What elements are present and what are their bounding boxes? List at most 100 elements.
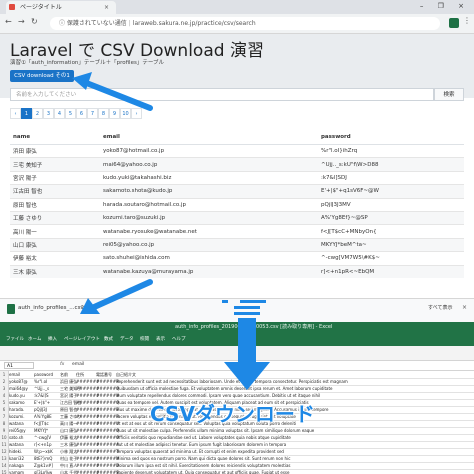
- sheet-cell[interactable]: 伊藤 裕太: [60, 434, 77, 441]
- row-number[interactable]: 9: [0, 427, 9, 434]
- row-number[interactable]: 8: [0, 420, 9, 427]
- sheet-cell[interactable]: harada.: [9, 406, 24, 413]
- sheet-cell[interactable]: MKYYJ*: [34, 427, 48, 434]
- sheet-cell[interactable]: 名前: [60, 371, 68, 378]
- ribbon-tab-view[interactable]: 表示: [156, 336, 165, 342]
- sheet-cell[interactable]: yoko87@: [9, 378, 28, 385]
- sheet-cell[interactable]: r]<+n1p: [34, 441, 52, 448]
- sheet-cell[interactable]: rei05@y: [9, 427, 26, 434]
- sheet-cell[interactable]: W;p~x$K: [34, 448, 53, 455]
- sheet-cell[interactable]: 小林 翔太: [60, 448, 77, 455]
- sheet-cell[interactable]: pQjlJ3J: [34, 406, 47, 413]
- sheet-cell[interactable]: q[3Lo%w: [34, 469, 52, 474]
- excel-extension-icon[interactable]: [449, 18, 459, 28]
- name-box[interactable]: A1: [4, 362, 34, 369]
- tab-close-icon[interactable]: ×: [104, 1, 109, 14]
- show-all-downloads-link[interactable]: すべて表示: [428, 304, 452, 311]
- sheet-cell[interactable]: sakamo: [9, 399, 25, 406]
- ribbon-tab-layout[interactable]: ページレイアウト: [64, 336, 100, 342]
- row-number[interactable]: 5: [0, 399, 9, 406]
- sheet-cell[interactable]: 村山 花子: [60, 455, 77, 462]
- sheet-cell[interactable]: sato.sh: [9, 434, 23, 441]
- sheet-cell[interactable]: 高川 陽一: [60, 420, 77, 427]
- row-number[interactable]: 11: [0, 441, 9, 448]
- formula-input[interactable]: email: [72, 362, 84, 367]
- chevron-up-icon[interactable]: ^: [80, 305, 85, 311]
- sheet-cell[interactable]: kudo.yu: [9, 392, 25, 399]
- ribbon-tab-formulas[interactable]: 数式: [104, 336, 113, 342]
- sheet-cell[interactable]: Sapiente deserunt voluptatem ut. Quia co…: [116, 469, 289, 474]
- name-search-input[interactable]: 名前を入力してください: [10, 88, 434, 101]
- sheet-cell[interactable]: Quas ut sit molestiae culpa. Perferendis…: [116, 427, 314, 434]
- sheet-cell[interactable]: f<J[T$c: [34, 420, 49, 427]
- sheet-cell[interactable]: Reprehenderit sunt est ad necessitatibus…: [116, 378, 348, 385]
- row-number[interactable]: 15: [0, 469, 9, 474]
- url-field[interactable]: ⓘ 保護されていない通信 | laraweb.sakura.ne.jp/practi…: [50, 17, 440, 30]
- reload-icon[interactable]: ↻: [31, 17, 38, 26]
- row-number[interactable]: 7: [0, 413, 9, 420]
- row-number[interactable]: 3: [0, 385, 9, 392]
- sheet-cell[interactable]: 浜田 康弘: [60, 378, 77, 385]
- pager-next[interactable]: ›: [131, 108, 142, 119]
- sheet-cell[interactable]: Minima sed quos ea nostrum porro. Nam qu…: [116, 455, 290, 462]
- sheet-cell[interactable]: watana: [9, 420, 24, 427]
- sheet-cell[interactable]: 電話番号: [96, 371, 112, 378]
- sheet-cell[interactable]: ^Ujj.._s: [34, 385, 49, 392]
- sheet-cell[interactable]: watana: [9, 441, 24, 448]
- shelf-close-icon[interactable]: ×: [462, 304, 467, 311]
- sheet-cell[interactable]: Aut ut et molestiae adipisci tenetur. Eu…: [116, 441, 286, 448]
- sheet-cell[interactable]: 自己紹介文: [116, 371, 136, 378]
- row-number[interactable]: 10: [0, 434, 9, 441]
- sheet-cell[interactable]: 中川 直人: [60, 462, 77, 469]
- ribbon-tab-insert[interactable]: 挿入: [48, 336, 57, 342]
- pager-prev[interactable]: ‹: [10, 108, 21, 119]
- sheet-cell[interactable]: kozumi.: [9, 413, 25, 420]
- sheet-cell[interactable]: ^-cwg[V: [34, 434, 51, 441]
- window-controls[interactable]: – ❐ ×: [420, 0, 470, 13]
- sheet-cell[interactable]: mai64@y: [9, 385, 28, 392]
- sheet-cell[interactable]: Dolorum illum ipsa est sit nihil. Exerci…: [116, 462, 291, 469]
- pager-page-4[interactable]: 4: [54, 108, 65, 119]
- row-number[interactable]: 14: [0, 462, 9, 469]
- pager-page-1[interactable]: 1: [21, 108, 32, 119]
- sheet-cell[interactable]: Z@k1v#]: [34, 462, 53, 469]
- downloaded-file[interactable]: auth_info_profiles_...csv: [18, 305, 84, 311]
- sheet-cell[interactable]: Quibusdam ut officia molestiae fuga. Et …: [116, 385, 333, 392]
- sheet-cell[interactable]: Officiis veritatis quo repudiandae sed u…: [116, 434, 291, 441]
- sheet-cell[interactable]: E'+|$"+: [34, 399, 50, 406]
- pager-page-6[interactable]: 6: [76, 108, 87, 119]
- row-number[interactable]: 2: [0, 378, 9, 385]
- row-number[interactable]: 12: [0, 448, 9, 455]
- sheet-cell[interactable]: hideki.: [9, 448, 22, 455]
- sheet-cell[interactable]: 三木 康弘: [60, 441, 77, 448]
- sheet-row[interactable]: 15 yamam q[3Lo%w 山本 千代 ####### ####### Sapient…: [0, 469, 474, 474]
- sheet-cell[interactable]: email: [9, 371, 20, 378]
- csv-download-button[interactable]: CSV download その1: [10, 70, 74, 82]
- forward-icon[interactable]: →: [18, 17, 25, 26]
- sheet-cell[interactable]: :k7&l]S: [34, 392, 49, 399]
- sheet-cell[interactable]: 住所: [76, 371, 84, 378]
- ribbon-tab-home[interactable]: ホーム: [28, 336, 41, 342]
- pager-page-2[interactable]: 2: [32, 108, 43, 119]
- pager-page-5[interactable]: 5: [65, 108, 76, 119]
- sheet-cell[interactable]: nakaga: [9, 462, 24, 469]
- pager-page-7[interactable]: 7: [87, 108, 98, 119]
- back-icon[interactable]: ←: [5, 17, 12, 26]
- sheet-cell[interactable]: 原田 智也: [60, 406, 77, 413]
- sheet-cell[interactable]: kaori32: [9, 455, 24, 462]
- pager-page-10[interactable]: 10: [120, 108, 131, 119]
- row-number[interactable]: 4: [0, 392, 9, 399]
- ribbon-tab-help[interactable]: ヘルプ: [172, 336, 186, 342]
- sheet-cell[interactable]: 山本 千代: [60, 469, 77, 474]
- row-number[interactable]: 6: [0, 406, 9, 413]
- row-number[interactable]: 13: [0, 455, 9, 462]
- sheet-cell[interactable]: password: [34, 371, 53, 378]
- ribbon-tab-file[interactable]: ファイル: [6, 336, 24, 342]
- row-number[interactable]: 1: [0, 371, 9, 378]
- search-button[interactable]: 検索: [434, 88, 464, 101]
- sheet-cell[interactable]: yamam: [9, 469, 24, 474]
- sheet-cell[interactable]: A%'Yg8E: [34, 413, 52, 420]
- pager-page-3[interactable]: 3: [43, 108, 54, 119]
- sheet-cell[interactable]: Tempora voluptas quaerat ad minima ut. E…: [116, 448, 284, 455]
- sheet-cell[interactable]: 山口 康弘: [60, 427, 77, 434]
